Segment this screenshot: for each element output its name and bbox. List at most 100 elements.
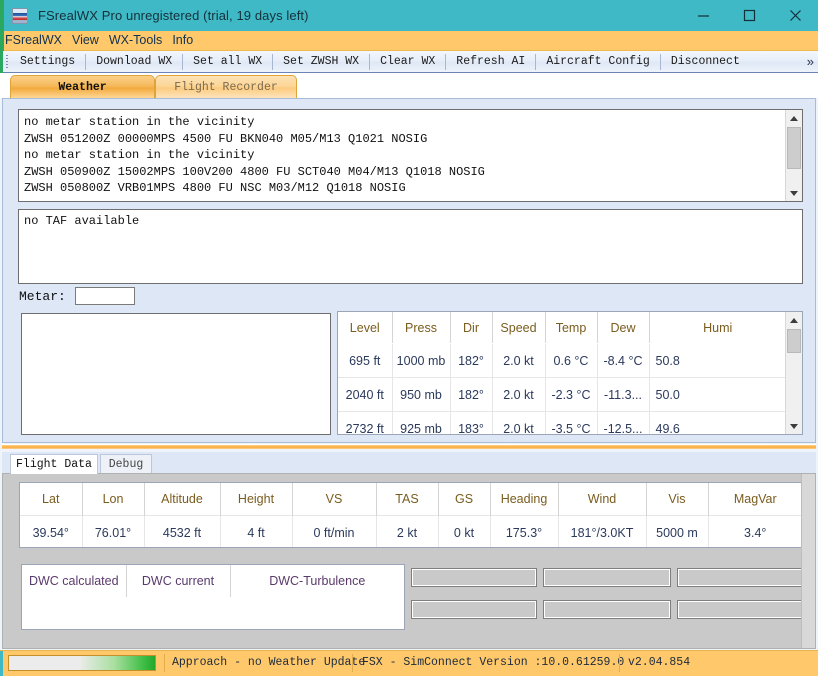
- level-col-level[interactable]: Level: [338, 312, 393, 344]
- dwc-cell-turbulence: [230, 597, 404, 629]
- tab-flight-recorder[interactable]: Flight Recorder: [155, 75, 297, 98]
- tab-weather[interactable]: Weather: [10, 75, 155, 98]
- level-col-temp[interactable]: Temp: [545, 312, 598, 344]
- level-col-press[interactable]: Press: [392, 312, 451, 344]
- tab-flight-data[interactable]: Flight Data: [10, 454, 98, 474]
- fd-col-heading[interactable]: Heading: [490, 483, 559, 516]
- toolbar-set-zwsh-wx-button[interactable]: Set ZWSH WX: [273, 51, 369, 72]
- menu-item-fsrealwx[interactable]: FSrealWX: [0, 31, 67, 50]
- toolbar-drag-handle[interactable]: [3, 51, 10, 73]
- fd-col-magvar[interactable]: MagVar: [708, 483, 802, 516]
- dwc-col-calculated[interactable]: DWC calculated: [22, 565, 127, 597]
- level-cell-humi: 49.6: [649, 411, 787, 434]
- toolbar-aircraft-config-button[interactable]: Aircraft Config: [536, 51, 660, 72]
- table-row[interactable]: 2732 ft 925 mb 183° 2.0 kt -3.5 °C -12.5…: [338, 411, 787, 434]
- table-row[interactable]: 695 ft 1000 mb 182° 2.0 kt 0.6 °C -8.4 °…: [338, 343, 787, 378]
- menu-item-info[interactable]: Info: [167, 31, 198, 50]
- weather-detail-blank-panel[interactable]: [21, 313, 331, 435]
- taf-text-content: no TAF available: [24, 214, 140, 228]
- close-button[interactable]: [772, 0, 818, 31]
- toolbar-download-wx-button[interactable]: Download WX: [86, 51, 182, 72]
- fd-col-lat[interactable]: Lat: [20, 483, 83, 516]
- table-row[interactable]: 39.54° 76.01° 4532 ft 4 ft 0 ft/min 2 kt…: [20, 515, 802, 547]
- dwc-field-3[interactable]: [677, 568, 805, 587]
- scroll-down-arrow-icon[interactable]: [786, 185, 802, 201]
- panel-splitter[interactable]: [2, 444, 816, 449]
- taf-textarea[interactable]: no TAF available: [18, 209, 803, 284]
- level-cell-dew: -8.4 °C: [597, 343, 650, 378]
- metar-input[interactable]: [75, 287, 135, 305]
- level-cell-dir: 182°: [450, 343, 493, 378]
- scroll-up-arrow-icon[interactable]: [786, 312, 802, 328]
- app-version: v2.04.854: [628, 656, 691, 669]
- level-cell-dir: 182°: [450, 377, 493, 412]
- level-col-dir[interactable]: Dir: [450, 312, 493, 344]
- menu-accent-stripe: [0, 31, 4, 51]
- minimize-button[interactable]: [680, 0, 726, 31]
- status-separator: [164, 654, 165, 672]
- level-cell-dew: -12.5...: [597, 411, 650, 434]
- level-col-humi[interactable]: Humi: [649, 312, 787, 344]
- status-bar: Approach - no Weather Update FSX - SimCo…: [0, 650, 818, 676]
- progress-bar-fill: [9, 656, 155, 670]
- level-table-vertical-scrollbar[interactable]: [785, 312, 802, 434]
- fd-col-gs[interactable]: GS: [438, 483, 491, 516]
- fd-col-vs[interactable]: VS: [292, 483, 377, 516]
- dwc-field-2[interactable]: [543, 568, 671, 587]
- level-cell-speed: 2.0 kt: [492, 343, 546, 378]
- level-cell-press: 925 mb: [392, 411, 451, 434]
- window-controls: [680, 0, 818, 31]
- toolbar-set-all-wx-button[interactable]: Set all WX: [183, 51, 272, 72]
- fd-cell-lat: 39.54°: [20, 515, 83, 547]
- dwc-field-4[interactable]: [411, 600, 537, 619]
- level-cell-dew: -11.3...: [597, 377, 650, 412]
- fd-cell-magvar: 3.4°: [708, 515, 802, 547]
- scroll-up-arrow-icon[interactable]: [786, 110, 802, 126]
- bottom-tab-strip: Flight Data Debug: [2, 452, 816, 474]
- title-accent-stripe: [0, 0, 4, 31]
- dwc-cell-calculated: [22, 597, 126, 629]
- level-col-speed[interactable]: Speed: [492, 312, 546, 344]
- dwc-table-container: DWC calculated DWC current DWC-Turbulenc…: [21, 564, 405, 630]
- toolbar-overflow-chevron-icon[interactable]: »: [807, 54, 814, 69]
- level-cell-level: 2732 ft: [338, 411, 393, 434]
- level-cell-temp: -3.5 °C: [545, 411, 598, 434]
- dwc-col-current[interactable]: DWC current: [126, 565, 231, 597]
- level-cell-press: 1000 mb: [392, 343, 451, 378]
- flight-data-vertical-scrollbar[interactable]: [801, 474, 815, 648]
- fd-cell-height: 4 ft: [220, 515, 293, 547]
- fd-col-vis[interactable]: Vis: [646, 483, 709, 516]
- fd-col-lon[interactable]: Lon: [82, 483, 145, 516]
- level-cell-level: 2040 ft: [338, 377, 393, 412]
- toolbar-clear-wx-button[interactable]: Clear WX: [370, 51, 445, 72]
- table-row[interactable]: 2040 ft 950 mb 182° 2.0 kt -2.3 °C -11.3…: [338, 377, 787, 412]
- dwc-table: DWC calculated DWC current DWC-Turbulenc…: [22, 565, 404, 629]
- tab-debug[interactable]: Debug: [100, 454, 152, 474]
- fd-col-altitude[interactable]: Altitude: [144, 483, 221, 516]
- metar-vertical-scrollbar[interactable]: [785, 110, 802, 201]
- level-col-dew[interactable]: Dew: [597, 312, 650, 344]
- maximize-button[interactable]: [726, 0, 772, 31]
- fd-col-wind[interactable]: Wind: [558, 483, 647, 516]
- dwc-field-1[interactable]: [411, 568, 537, 587]
- flight-data-header-row: Lat Lon Altitude Height VS TAS GS Headin…: [20, 483, 802, 516]
- metar-scroll-thumb[interactable]: [787, 127, 801, 169]
- level-cell-humi: 50.8: [649, 343, 787, 378]
- dwc-col-turbulence[interactable]: DWC-Turbulence: [230, 565, 404, 597]
- level-cell-press: 950 mb: [392, 377, 451, 412]
- dwc-field-5[interactable]: [543, 600, 671, 619]
- scroll-down-arrow-icon[interactable]: [786, 418, 802, 434]
- menu-item-wx-tools[interactable]: WX-Tools: [104, 31, 167, 50]
- level-cell-temp: -2.3 °C: [545, 377, 598, 412]
- toolbar-disconnect-button[interactable]: Disconnect: [661, 51, 750, 72]
- fd-col-height[interactable]: Height: [220, 483, 293, 516]
- toolbar-settings-button[interactable]: Settings: [10, 51, 85, 72]
- dwc-field-6[interactable]: [677, 600, 805, 619]
- metar-textarea[interactable]: no metar station in the vicinity ZWSH 05…: [18, 109, 803, 202]
- toolbar-refresh-ai-button[interactable]: Refresh AI: [446, 51, 535, 72]
- level-scroll-thumb[interactable]: [787, 329, 801, 353]
- menu-item-view[interactable]: View: [67, 31, 104, 50]
- fd-col-tas[interactable]: TAS: [376, 483, 439, 516]
- simconnect-version: FSX - SimConnect Version :10.0.61259.0: [362, 656, 625, 669]
- menu-bar: FSrealWX View WX-Tools Info: [0, 31, 818, 51]
